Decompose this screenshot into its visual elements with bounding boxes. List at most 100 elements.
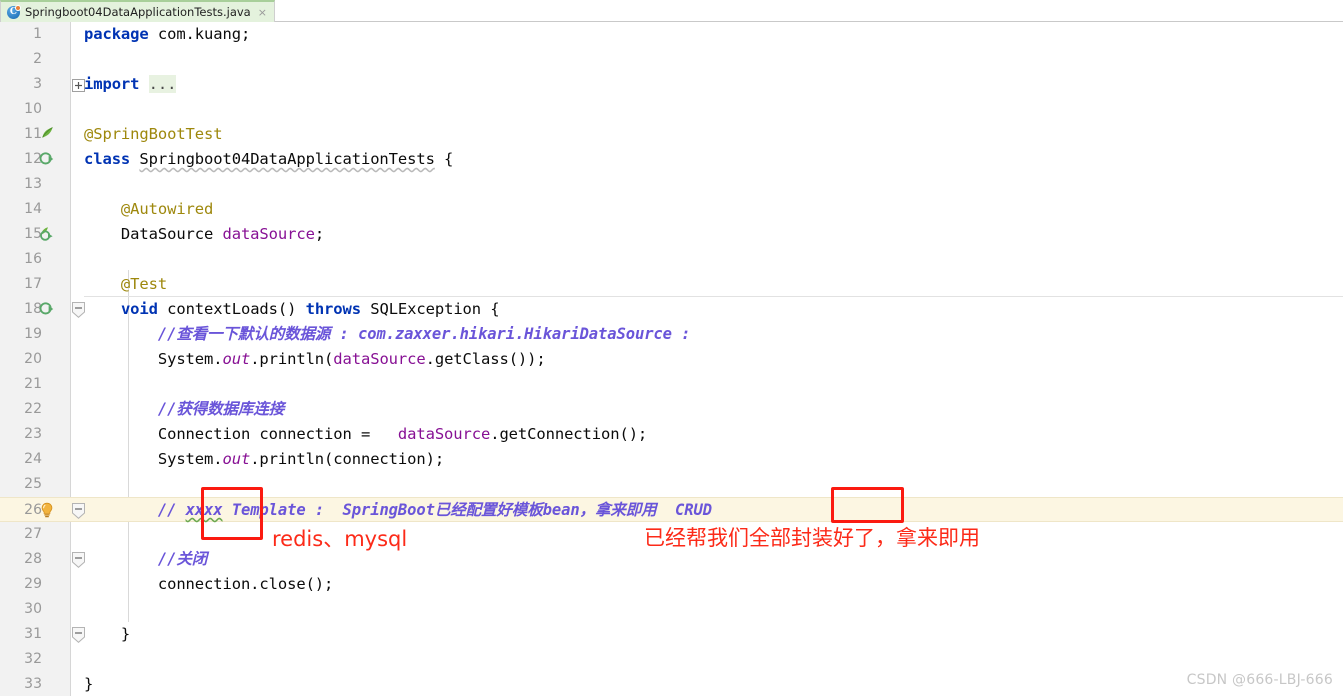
code-token: package <box>84 25 149 43</box>
code-token: SQLException { <box>361 300 500 318</box>
code-line[interactable]: 23 Connection connection = dataSource.ge… <box>0 422 1343 447</box>
line-number: 22 <box>24 401 42 417</box>
line-number: 15 <box>24 226 42 242</box>
code-text: @SpringBootTest <box>84 122 223 147</box>
code-text: DataSource dataSource; <box>84 222 324 247</box>
code-token: ; <box>314 225 325 243</box>
code-text: @Test <box>84 272 167 297</box>
code-text: package com.kuang; <box>84 22 250 47</box>
line-number: 19 <box>24 326 42 342</box>
code-line[interactable]: 31 } <box>0 622 1343 647</box>
code-text: import ... <box>84 72 176 97</box>
line-number: 14 <box>24 201 42 217</box>
code-line[interactable]: 26 // xxxx Template : SpringBoot已经配置好模板b… <box>0 497 1343 522</box>
code-line[interactable]: 30 <box>0 597 1343 622</box>
code-line[interactable]: 12 class Springboot04DataApplicationTests… <box>0 147 1343 172</box>
code-line[interactable]: 3 import ... <box>0 72 1343 97</box>
code-line[interactable]: 2 <box>0 47 1343 72</box>
close-icon[interactable]: × <box>258 7 267 18</box>
code-line[interactable]: 22 //获得数据库连接 <box>0 397 1343 422</box>
code-line[interactable]: 13 <box>0 172 1343 197</box>
code-editor[interactable]: 1 package com.kuang; 2 3 import ... 10 11 @Spri… <box>0 22 1343 696</box>
spring-leaf-icon[interactable] <box>38 125 58 145</box>
line-number: 20 <box>24 351 42 367</box>
code-line[interactable]: 15 DataSource dataSource; <box>0 222 1343 247</box>
ide-editor-window: C Springboot04DataApplicationTests.java … <box>0 0 1343 696</box>
code-line[interactable]: 20 System.out.println(dataSource.getClas… <box>0 347 1343 372</box>
line-number: 13 <box>24 176 42 192</box>
code-token: .println( <box>250 350 334 368</box>
code-token: } <box>84 675 94 693</box>
run-test-icon[interactable] <box>38 150 58 170</box>
code-text: //获得数据库连接 <box>84 397 284 422</box>
code-token: ... <box>148 75 177 93</box>
code-token: System. <box>84 450 223 468</box>
code-text: void contextLoads() throws SQLException … <box>84 297 500 322</box>
code-token: DataSource <box>84 225 223 243</box>
line-number: 3 <box>33 76 42 92</box>
line-number: 17 <box>24 276 42 292</box>
line-number: 10 <box>24 101 42 117</box>
code-text: class Springboot04DataApplicationTests { <box>84 147 453 172</box>
code-token: Springboot04DataApplicationTests <box>139 150 435 168</box>
code-line[interactable]: 11 @SpringBootTest <box>0 122 1343 147</box>
annotation-redis-mysql: redis、mysql <box>272 527 408 551</box>
line-number: 18 <box>24 301 42 317</box>
line-number: 24 <box>24 451 42 467</box>
code-line[interactable]: 32 <box>0 647 1343 672</box>
code-line[interactable]: 1 package com.kuang; <box>0 22 1343 47</box>
code-token: @SpringBootTest <box>84 125 223 143</box>
code-line[interactable]: 19 //查看一下默认的数据源 : com.zaxxer.hikari.Hika… <box>0 322 1343 347</box>
run-test-icon[interactable] <box>38 300 58 320</box>
code-text: connection.close(); <box>84 572 334 597</box>
code-text: // xxxx Template : SpringBoot已经配置好模板bean… <box>84 498 712 523</box>
code-line[interactable]: 17 @Test <box>0 272 1343 297</box>
code-token: //获得数据库连接 <box>84 400 285 418</box>
line-number: 26 <box>24 502 42 518</box>
code-token: //关闭 <box>84 550 208 568</box>
code-line[interactable]: 18 void contextLoads() throws SQLExcepti… <box>0 297 1343 322</box>
line-number: 32 <box>24 651 42 667</box>
line-number: 1 <box>33 26 42 42</box>
code-token: .getConnection(); <box>490 425 648 443</box>
code-text: //查看一下默认的数据源 : com.zaxxer.hikari.HikariD… <box>84 322 691 347</box>
editor-tab-label: Springboot04DataApplicationTests.java <box>25 5 251 19</box>
code-token: Connection connection = <box>84 425 398 443</box>
code-token: throws <box>305 300 362 318</box>
bean-injection-icon[interactable] <box>38 225 58 245</box>
line-number: 29 <box>24 576 42 592</box>
code-token: connection.close(); <box>84 575 334 593</box>
line-number: 2 <box>33 51 42 67</box>
code-text: } <box>84 622 130 647</box>
code-token: class <box>84 150 131 168</box>
code-line[interactable]: 10 <box>0 97 1343 122</box>
code-line[interactable]: 24 System.out.println(connection); <box>0 447 1343 472</box>
csdn-watermark: CSDN @666-LBJ-666 <box>1186 672 1333 688</box>
code-text: } <box>84 672 93 696</box>
code-token: dataSource <box>397 425 491 443</box>
code-line[interactable]: 16 <box>0 247 1343 272</box>
editor-tab-bar: C Springboot04DataApplicationTests.java … <box>0 0 1343 22</box>
annotation-encapsulated: 已经帮我们全部封装好了，拿来即用 <box>644 526 980 550</box>
code-token: dataSource <box>222 225 315 243</box>
line-number: 23 <box>24 426 42 442</box>
code-text: Connection connection = dataSource.getCo… <box>84 422 647 447</box>
line-number: 30 <box>24 601 42 617</box>
code-token: void <box>120 300 158 318</box>
code-token: Template : SpringBoot已经配置好模板bean，拿来即用 CR… <box>222 501 712 519</box>
code-line[interactable]: 14 @Autowired <box>0 197 1343 222</box>
code-line[interactable]: 21 <box>0 372 1343 397</box>
code-line[interactable]: 25 <box>0 472 1343 497</box>
editor-tab-springboot04dataapplicationtests[interactable]: C Springboot04DataApplicationTests.java … <box>0 0 275 22</box>
code-token: @Test <box>84 275 168 293</box>
code-token: @Autowired <box>84 200 214 218</box>
code-line[interactable]: 33} <box>0 672 1343 696</box>
line-number: 16 <box>24 251 42 267</box>
code-token: out <box>222 450 251 468</box>
line-number: 21 <box>24 376 42 392</box>
lightbulb-icon[interactable] <box>38 501 58 521</box>
line-number: 28 <box>24 551 42 567</box>
code-line[interactable]: 29 connection.close(); <box>0 572 1343 597</box>
line-number: 25 <box>24 476 42 492</box>
